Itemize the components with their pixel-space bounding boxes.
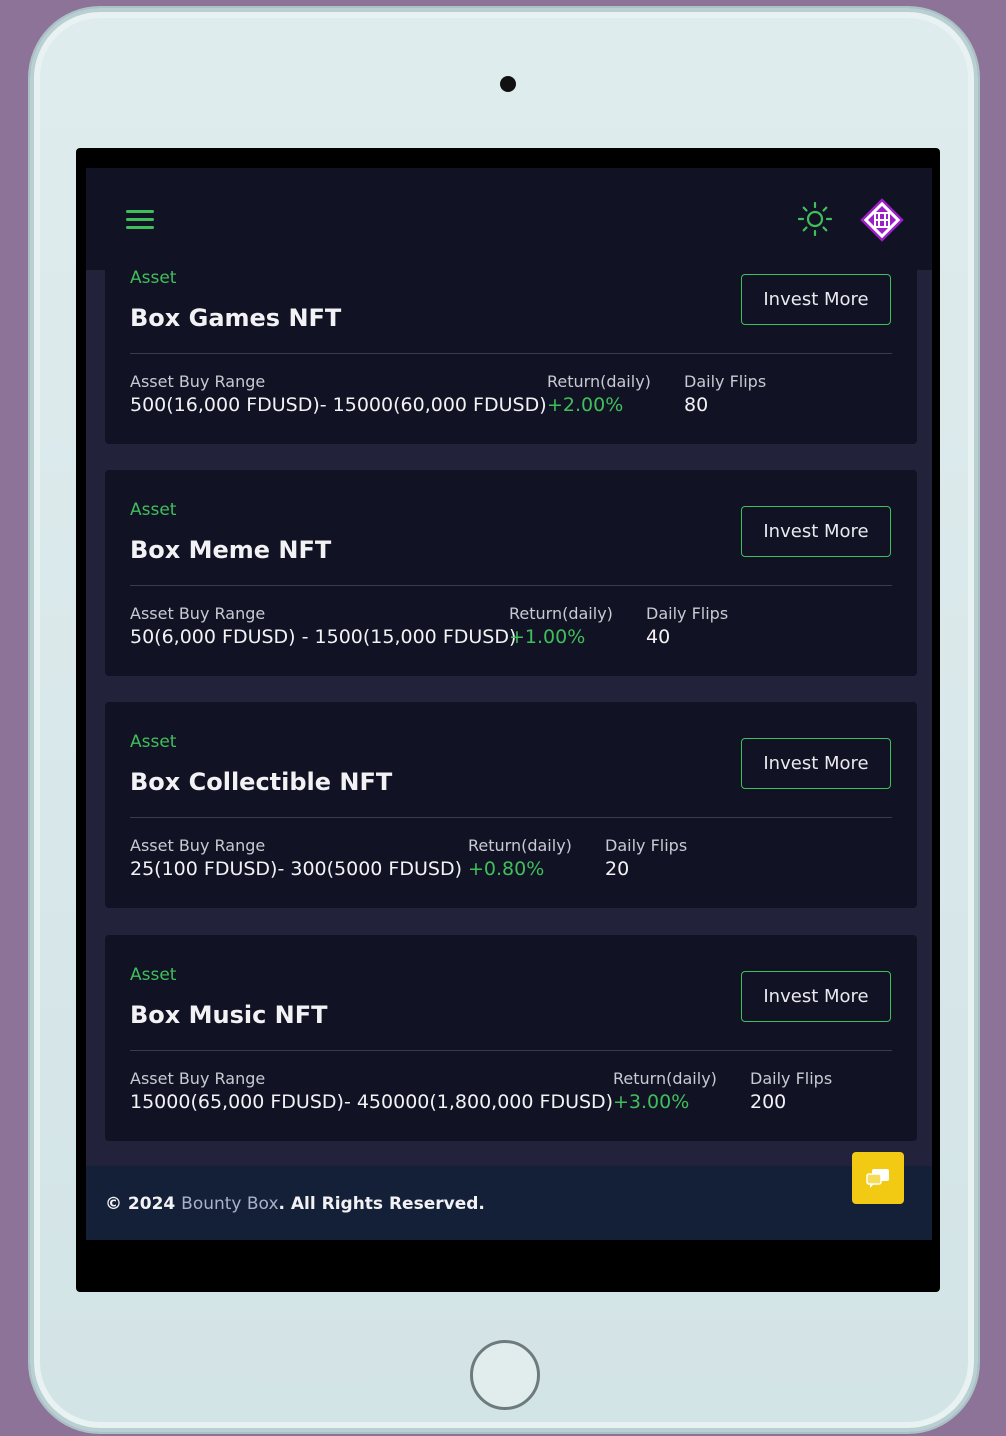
asset-card-meme: Asset Box Meme NFT Invest More Asset Buy… [105,470,917,676]
daily-flips-value: 80 [684,394,709,416]
daily-return-label: Return(daily) [547,372,651,391]
daily-return-stat: Return(daily) +0.80% [468,836,572,880]
buy-range-stat: Asset Buy Range 50(6,000 FDUSD) - 1500(1… [130,604,516,648]
buy-range-stat: Asset Buy Range 15000(65,000 FDUSD)- 450… [130,1069,613,1113]
buy-range-label: Asset Buy Range [130,604,266,623]
invest-more-button[interactable]: Invest More [741,738,891,789]
asset-card-music: Asset Box Music NFT Invest More Asset Bu… [105,935,917,1141]
asset-label: Asset [130,732,177,752]
asset-label: Asset [130,268,177,288]
buy-range-label: Asset Buy Range [130,372,266,391]
invest-more-button[interactable]: Invest More [741,274,891,325]
daily-flips-stat: Daily Flips 20 [605,836,687,880]
home-button[interactable] [470,1340,540,1410]
buy-range-stat: Asset Buy Range 500(16,000 FDUSD)- 15000… [130,372,547,416]
asset-title: Box Games NFT [130,304,342,332]
top-navbar [86,168,932,270]
daily-return-label: Return(daily) [509,604,613,623]
rights-text: . All Rights Reserved. [278,1194,485,1214]
daily-flips-value: 200 [750,1091,787,1113]
daily-flips-label: Daily Flips [684,372,767,391]
asset-title: Box Meme NFT [130,536,332,564]
asset-card-collectible: Asset Box Collectible NFT Invest More As… [105,702,917,908]
sun-icon[interactable] [798,202,832,236]
card-divider [130,817,892,818]
daily-return-value: +1.00% [509,626,586,648]
buy-range-stat: Asset Buy Range 25(100 FDUSD)- 300(5000 … [130,836,462,880]
chat-icon [866,1169,889,1188]
asset-title: Box Music NFT [130,1001,328,1029]
page-footer: © 2024 Bounty Box. All Rights Reserved. [86,1166,932,1240]
invest-more-button[interactable]: Invest More [741,506,891,557]
daily-return-stat: Return(daily) +2.00% [547,372,651,416]
daily-flips-stat: Daily Flips 80 [684,372,766,416]
daily-flips-value: 20 [605,858,630,880]
buy-range-value: 50(6,000 FDUSD) - 1500(15,000 FDUSD) [130,626,517,648]
daily-flips-stat: Daily Flips 40 [646,604,728,648]
invest-more-button[interactable]: Invest More [741,971,891,1022]
buy-range-value: 15000(65,000 FDUSD)- 450000(1,800,000 FD… [130,1091,614,1113]
card-divider [130,353,892,354]
asset-label: Asset [130,965,177,985]
buy-range-label: Asset Buy Range [130,1069,266,1088]
card-divider [130,585,892,586]
asset-title: Box Collectible NFT [130,768,393,796]
daily-flips-label: Daily Flips [605,836,688,855]
asset-label: Asset [130,500,177,520]
hamburger-icon[interactable] [126,208,154,230]
daily-flips-label: Daily Flips [646,604,729,623]
copyright-text: © 2024 Bounty Box. All Rights Reserved. [105,1194,485,1214]
daily-return-label: Return(daily) [468,836,572,855]
bounty-box-logo-icon[interactable] [860,198,904,242]
buy-range-value: 25(100 FDUSD)- 300(5000 FDUSD) [130,858,462,880]
daily-return-value: +2.00% [547,394,624,416]
daily-return-value: +3.00% [613,1091,690,1113]
front-camera [500,76,516,92]
copyright-year: © 2024 [105,1194,176,1214]
card-divider [130,1050,892,1051]
buy-range-label: Asset Buy Range [130,836,266,855]
app-screen: Asset Box Games NFT Invest More Asset Bu… [86,168,932,1240]
daily-return-stat: Return(daily) +3.00% [613,1069,717,1113]
buy-range-value: 500(16,000 FDUSD)- 15000(60,000 FDUSD) [130,394,547,416]
footer-brand-link[interactable]: Bounty Box [181,1194,278,1214]
daily-flips-label: Daily Flips [750,1069,833,1088]
daily-return-stat: Return(daily) +1.00% [509,604,613,648]
daily-flips-stat: Daily Flips 200 [750,1069,832,1113]
chat-button[interactable] [852,1152,904,1204]
daily-return-value: +0.80% [468,858,545,880]
daily-return-label: Return(daily) [613,1069,717,1088]
daily-flips-value: 40 [646,626,671,648]
